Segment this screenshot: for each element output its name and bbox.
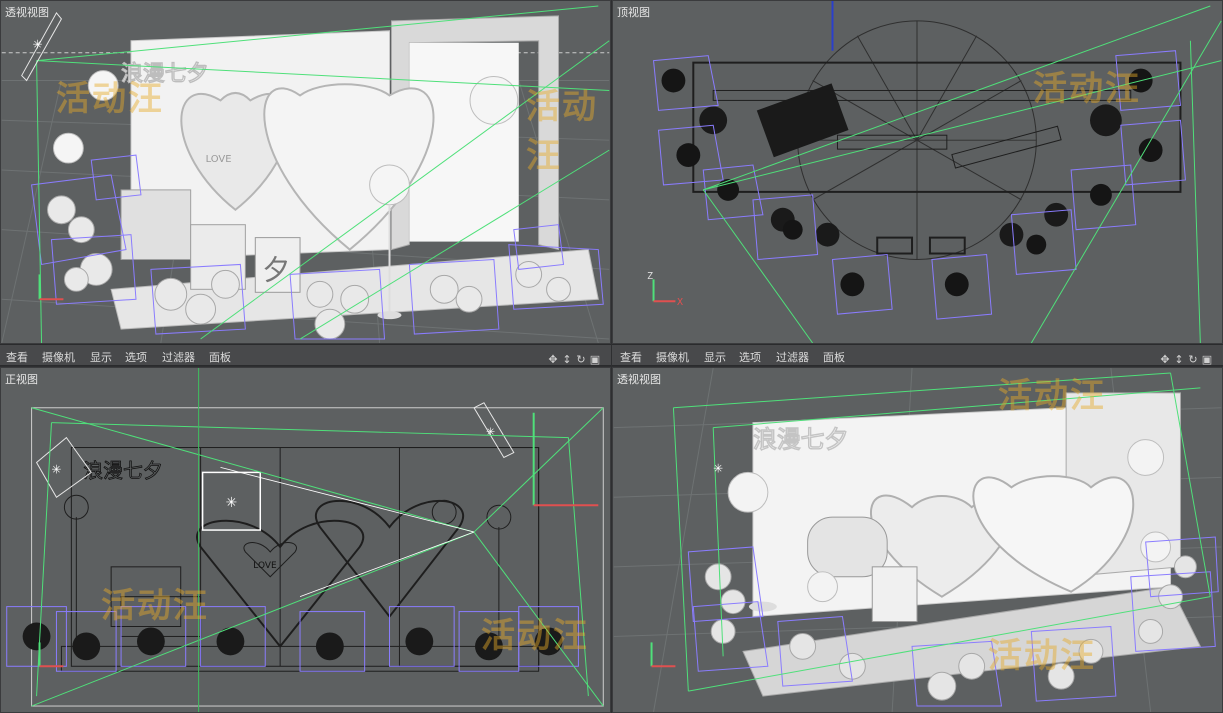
- viewport-perspective-bottom-right[interactable]: 浪漫七夕 ✳ 透视视图 活动汪 活动汪: [612, 367, 1223, 713]
- qixi-sign-text: 浪漫七夕: [121, 61, 208, 87]
- menu-display[interactable]: 显示: [90, 349, 112, 365]
- viewport-perspective-top-left[interactable]: LOVE 浪漫七夕 夕 ✳ 透视视图 活动汪 活动汪: [0, 0, 611, 344]
- qixi-sign-text: 浪漫七夕: [753, 426, 848, 454]
- axis-x-label: X: [677, 297, 684, 308]
- menu-options[interactable]: 选项: [125, 349, 147, 365]
- perspective-scene: LOVE 浪漫七夕 夕 ✳: [1, 5, 610, 343]
- rotate-icon[interactable]: ↻: [575, 353, 587, 367]
- top-view-scene: [652, 1, 1222, 343]
- zoom-icon[interactable]: ↕: [1173, 353, 1185, 367]
- svg-text:✳: ✳: [486, 426, 495, 439]
- perspective-scene-2: 浪漫七夕 ✳: [613, 368, 1222, 712]
- menu-camera[interactable]: 摄像机: [656, 349, 689, 365]
- menubar-right: 查看 摄像机 显示 选项 过滤器 面板 ✥ ↕ ↻ ▣: [612, 344, 1223, 366]
- menu-camera[interactable]: 摄像机: [42, 349, 75, 365]
- maximize-icon[interactable]: ▣: [589, 353, 601, 367]
- maximize-icon[interactable]: ▣: [1201, 353, 1213, 367]
- svg-text:✳: ✳: [225, 495, 237, 511]
- love-text: LOVE: [206, 154, 232, 165]
- menu-panel[interactable]: 面板: [823, 349, 845, 365]
- axis-z-label: Z: [647, 271, 654, 282]
- menu-options[interactable]: 选项: [739, 349, 761, 365]
- xi-cube-text: 夕: [262, 253, 290, 286]
- viewport-nav-icons: ✥ ↕ ↻ ▣: [1157, 348, 1213, 367]
- move-icon[interactable]: ✥: [1159, 353, 1171, 367]
- viewport-label: 透视视图: [617, 373, 661, 386]
- viewport-top-view[interactable]: 顶视图 Z X 活动汪: [612, 0, 1223, 344]
- menubar-left: 查看 摄像机 显示 选项 过滤器 面板 ✥ ↕ ↻ ▣: [0, 344, 611, 366]
- front-view-scene: LOVE 浪漫七夕 ✳ ✳ ✳: [6, 368, 604, 712]
- menu-view[interactable]: 查看: [620, 349, 642, 365]
- menu-view[interactable]: 查看: [6, 349, 28, 365]
- qixi-sign-text: 浪漫七夕: [83, 459, 163, 482]
- move-icon[interactable]: ✥: [547, 353, 559, 367]
- menu-filter[interactable]: 过滤器: [776, 349, 809, 365]
- viewport-nav-icons: ✥ ↕ ↻ ▣: [545, 348, 601, 367]
- rotate-icon[interactable]: ↻: [1187, 353, 1199, 367]
- menu-filter[interactable]: 过滤器: [162, 349, 195, 365]
- svg-text:✳: ✳: [51, 462, 61, 476]
- love-text: LOVE: [253, 561, 277, 571]
- svg-text:✳: ✳: [713, 461, 723, 475]
- viewport-label: 正视图: [5, 373, 38, 386]
- zoom-icon[interactable]: ↕: [561, 353, 573, 367]
- menu-panel[interactable]: 面板: [209, 349, 231, 365]
- viewport-front-view[interactable]: LOVE 浪漫七夕 ✳ ✳ ✳ 正视图 活动汪 活动汪: [0, 367, 611, 713]
- menu-display[interactable]: 显示: [704, 349, 726, 365]
- viewport-label: 透视视图: [5, 6, 49, 19]
- viewport-label: 顶视图: [617, 6, 650, 19]
- svg-text:✳: ✳: [33, 38, 43, 52]
